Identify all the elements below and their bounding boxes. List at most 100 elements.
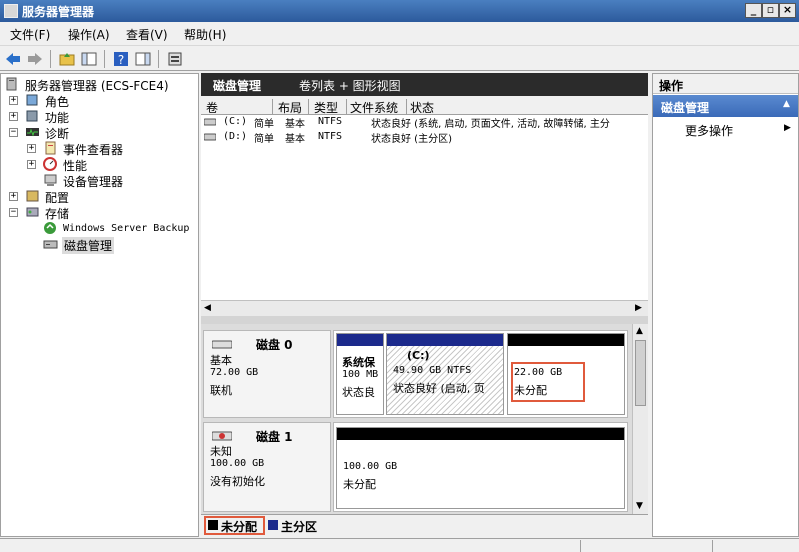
actions-title: 操作 — [659, 79, 684, 93]
collapse-icon[interactable]: − — [9, 208, 18, 217]
tree-item-diagnostics[interactable]: − 诊断 — [9, 125, 189, 141]
partition-system-reserved[interactable]: 系统保 100 MB 状态良 — [336, 333, 384, 415]
menu-file[interactable]: 文件(F) — [10, 26, 50, 43]
partition-size: 100.00 GB — [343, 461, 398, 472]
tree-item-label: Windows Server Backup — [63, 223, 190, 234]
tree-item-features[interactable]: + 功能 — [9, 109, 189, 125]
show-hide-action-pane-icon[interactable] — [134, 50, 152, 68]
pane-splitter[interactable] — [201, 316, 648, 324]
tree-item-label: 诊断 — [45, 127, 70, 141]
minimize-button[interactable]: _ — [745, 3, 762, 18]
disk-0-info[interactable]: 磁盘 0 基本 72.00 GB 联机 — [203, 330, 331, 418]
menu-help[interactable]: 帮助(H) — [184, 26, 226, 43]
status-bar — [0, 538, 799, 552]
tree-root[interactable]: 服务器管理器 (ECS-FCE4) — [5, 77, 195, 93]
scroll-left-icon[interactable]: ◀ — [204, 303, 211, 313]
tree-item-event-viewer[interactable]: + 事件查看器 — [27, 141, 192, 157]
help-icon[interactable]: ? — [112, 50, 130, 68]
tree-item-disk-management[interactable]: 磁盘管理 — [43, 237, 117, 254]
menu-action[interactable]: 操作(A) — [68, 26, 110, 43]
backup-icon — [44, 222, 56, 234]
expand-icon[interactable]: + — [9, 96, 18, 105]
tree-item-performance[interactable]: + 性能 — [27, 157, 192, 173]
scroll-down-icon[interactable]: ▼ — [636, 501, 643, 511]
column-filesystem[interactable]: 文件系统 — [347, 99, 407, 115]
cell-type: 基本 — [285, 134, 305, 145]
scroll-up-icon[interactable]: ▲ — [636, 326, 643, 336]
expand-icon[interactable]: + — [27, 144, 36, 153]
tree-item-device-manager[interactable]: 设备管理器 — [43, 173, 193, 189]
expand-icon[interactable]: + — [9, 192, 18, 201]
collapse-arrow-icon[interactable]: ▲ — [783, 99, 790, 109]
svg-text:?: ? — [118, 53, 124, 67]
partition-status: 状态良 — [342, 386, 375, 399]
scroll-right-icon[interactable]: ▶ — [635, 303, 642, 313]
window-title: 服务器管理器 — [22, 5, 95, 19]
restore-button[interactable]: ▫ — [762, 3, 779, 18]
disk-name: 磁盘 0 — [256, 338, 293, 352]
table-row[interactable]: (C:) 简单 基本 NTFS 状态良好 (系统, 启动, 页面文件, 活动, … — [201, 115, 648, 130]
column-type[interactable]: 类型 — [311, 99, 347, 115]
configuration-icon — [26, 190, 39, 202]
disk-error-icon — [212, 431, 232, 441]
cell-volume: (D:) — [223, 131, 248, 142]
show-hide-tree-icon[interactable] — [80, 50, 98, 68]
partition-unallocated-disk0[interactable]: 22.00 GB 未分配 — [507, 333, 625, 415]
cell-filesystem: NTFS — [318, 116, 343, 127]
menu-bar: 文件(F) 操作(A) 查看(V) 帮助(H) — [0, 22, 799, 44]
expand-icon[interactable]: + — [27, 160, 36, 169]
highlight-box — [204, 516, 265, 535]
tree-item-configuration[interactable]: + 配置 — [9, 189, 189, 205]
column-status[interactable]: 状态 — [407, 99, 647, 115]
actions-section-disk-management[interactable]: 磁盘管理 ▲ — [653, 95, 798, 117]
tree-item-roles[interactable]: + 角色 — [9, 93, 189, 109]
disk-1-partitions: 100.00 GB 未分配 — [333, 422, 628, 512]
tree-item-windows-server-backup[interactable]: Windows Server Backup — [43, 221, 195, 237]
tree-item-storage[interactable]: − 存储 — [9, 205, 189, 221]
cell-volume: (C:) — [223, 116, 248, 127]
tree-item-label: 事件查看器 — [63, 143, 124, 157]
properties-icon[interactable] — [166, 50, 184, 68]
table-row[interactable]: (D:) 简单 基本 NTFS 状态良好 (主分区) — [201, 130, 648, 145]
cell-status: 状态良好 (主分区) — [371, 134, 452, 145]
up-folder-icon[interactable] — [58, 50, 76, 68]
disk-icon — [212, 340, 232, 349]
volume-icon — [204, 133, 216, 141]
horizontal-scrollbar[interactable]: ◀ ▶ — [201, 300, 648, 316]
disk-1-info[interactable]: 磁盘 1 未知 100.00 GB 没有初始化 — [203, 422, 331, 512]
partition-bar — [387, 334, 503, 346]
cell-status: 状态良好 (系统, 启动, 页面文件, 活动, 故障转储, 主分 — [371, 119, 610, 130]
partition-size: 100 MB — [342, 369, 379, 380]
column-volume[interactable]: 卷 — [203, 99, 273, 115]
partition-c[interactable]: (C:) 49.90 GB NTFS 状态良好 (启动, 页 — [386, 333, 504, 415]
legend-swatch-primary — [268, 520, 278, 530]
diagnostics-icon — [26, 128, 39, 137]
forward-icon[interactable] — [26, 50, 44, 68]
expand-icon[interactable]: + — [9, 112, 18, 121]
actions-section-label: 磁盘管理 — [661, 101, 710, 115]
more-actions-item[interactable]: 更多操作 ▶ — [653, 120, 798, 138]
partition-status: 状态良好 (启动, 页 — [393, 382, 485, 395]
cell-filesystem: NTFS — [318, 131, 343, 142]
center-pane-header: 磁盘管理 卷列表 + 图形视图 — [201, 73, 648, 96]
partition-title: (C:) — [407, 349, 430, 362]
storage-icon — [26, 207, 39, 217]
column-layout[interactable]: 布局 — [275, 99, 309, 115]
tree-item-label: 角色 — [45, 95, 70, 109]
toolbar: ? — [0, 45, 799, 71]
tree-root-label: 服务器管理器 (ECS-FCE4) — [25, 79, 169, 93]
close-button[interactable]: × — [779, 3, 796, 18]
tree-item-label: 存储 — [45, 207, 70, 221]
back-icon[interactable] — [4, 50, 22, 68]
partition-bar — [337, 334, 383, 346]
collapse-icon[interactable]: − — [9, 128, 18, 137]
partition-unallocated-disk1[interactable]: 100.00 GB 未分配 — [336, 427, 625, 509]
tree-item-label: 性能 — [63, 159, 88, 173]
scroll-thumb[interactable] — [635, 340, 646, 406]
menu-view[interactable]: 查看(V) — [126, 26, 168, 43]
volume-icon — [204, 118, 216, 126]
disk-graphical-view: 磁盘 0 基本 72.00 GB 联机 系统保 100 MB 状态良 (C:) … — [201, 324, 632, 514]
vertical-scrollbar[interactable]: ▲ ▼ — [632, 324, 648, 514]
cell-layout: 简单 — [254, 134, 274, 145]
disk-size: 100.00 GB — [210, 458, 265, 469]
